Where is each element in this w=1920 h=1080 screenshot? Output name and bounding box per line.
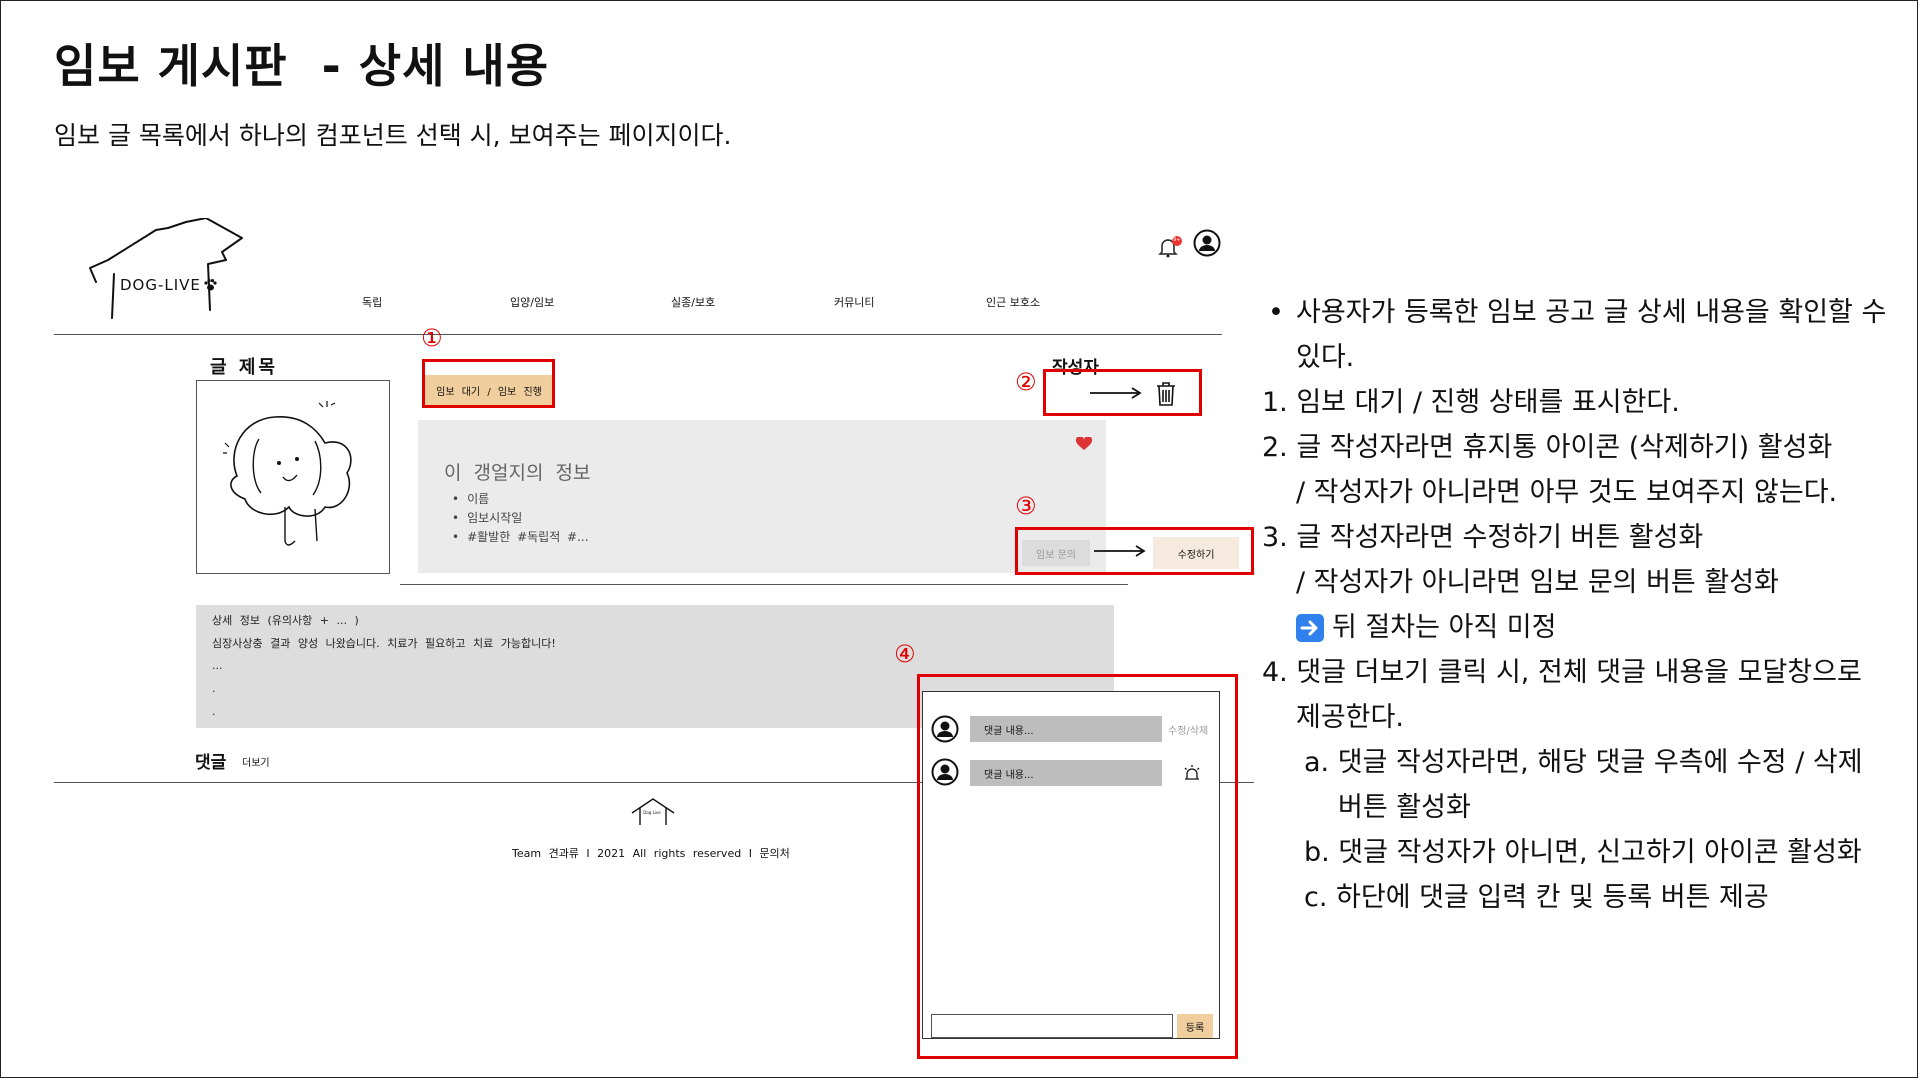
comment-text: 댓글 내용... [970,716,1162,742]
desc-sub-a-cont: 버튼 활성화 [1338,792,1471,823]
arrow-icon [1094,545,1146,557]
annotation-number-4: ④ [894,640,916,668]
detail-heading: 상세 정보 (유의사항 + ... ) [212,614,359,627]
desc-sub-a: a. 댓글 작성자라면, 해당 댓글 우측에 수정 / 삭제 [1304,747,1863,778]
desc-item-4-cont: 제공한다. [1296,702,1404,733]
inquiry-button[interactable]: 임보 문의 [1022,540,1090,566]
comment-edit-delete[interactable]: 수정/삭제 [1168,722,1208,737]
logo-text: DOG-LIVE [120,276,201,294]
dog-drawing-icon [223,401,352,546]
desc-bullet: 사용자가 등록한 임보 공고 글 상세 내용을 확인할 수 [1296,297,1887,328]
detail-line: ... [212,659,223,672]
slide-title: 임보 게시판 - 상세 내용 [54,39,550,93]
nav-item-dokrip[interactable]: 독립 [362,294,382,310]
dog-image [196,380,390,574]
desc-item-2: 2. 글 작성자라면 휴지통 아이콘 (삭제하기) 활성화 [1262,432,1833,463]
desc-item-1: 1. 임보 대기 / 진행 상태를 표시한다. [1262,387,1680,418]
arrow-icon [1090,387,1142,399]
detail-line: . [212,705,216,718]
paw-icon [204,279,217,291]
desc-item-3: 3. 글 작성자라면 수정하기 버튼 활성화 [1262,522,1704,553]
footer-logo-text: Dog Live [643,810,661,815]
desc-item-3-note: 뒤 절차는 아직 미정 [1332,612,1557,643]
report-siren-icon[interactable] [1183,764,1201,782]
nav-item-adopt[interactable]: 입양/임보 [510,294,554,310]
edit-button[interactable]: 수정하기 [1153,537,1239,569]
register-button[interactable]: 등록 [1177,1014,1213,1038]
trash-icon[interactable] [1155,381,1177,407]
nav-item-missing[interactable]: 실종/보호 [671,294,715,310]
commenter-avatar-icon [931,715,959,743]
annotation-number-3: ③ [1015,492,1037,520]
annotation-number-1: ① [421,324,443,352]
detail-line: . [212,682,216,695]
desc-sub-b: b. 댓글 작성자가 아니면, 신고하기 아이콘 활성화 [1304,837,1862,868]
nav-item-community[interactable]: 커뮤니티 [834,294,874,310]
dog-info-panel [418,420,1106,573]
nav-item-shelter[interactable]: 인근 보호소 [986,294,1040,310]
info-bullet-name: 이름 [452,490,489,507]
comments-more-link[interactable]: 더보기 [242,754,270,769]
right-arrow-emoji-icon [1296,614,1324,642]
commenter-avatar-icon [931,758,959,786]
desc-item-3-cont: / 작성자가 아니라면 임보 문의 버튼 활성화 [1296,567,1779,598]
slide-subtitle: 임보 글 목록에서 하나의 컴포넌트 선택 시, 보여주는 페이지이다. [54,121,732,150]
info-title: 이 갱얼지의 정보 [444,462,591,484]
footer-text: Team 견과류 I 2021 All rights reserved I 문의… [512,847,790,860]
desc-bullet-dot: • [1268,297,1284,328]
comments-modal [922,691,1220,1039]
info-divider [400,584,1128,585]
logo-house-icon[interactable] [86,218,246,322]
info-bullet-tags: #활발한 #독립적 #... [452,528,588,545]
comments-label: 댓글 [195,753,227,773]
annotation-box-1 [422,359,555,408]
header-divider [54,334,1222,335]
desc-bullet-cont: 있다. [1296,342,1355,373]
info-bullet-start-date: 임보시작일 [452,509,522,526]
post-title: 글 제목 [210,357,278,378]
heart-icon[interactable] [1076,437,1092,451]
annotation-number-2: ② [1015,368,1037,396]
detail-line: 심장사상충 결과 양성 나왔습니다. 치료가 필요하고 치료 가능합니다! [212,637,556,650]
comment-text: 댓글 내용... [970,760,1162,786]
notification-badge: 9+ [1173,237,1181,243]
user-avatar-icon[interactable] [1193,229,1221,257]
desc-item-4: 4. 댓글 더보기 클릭 시, 전체 댓글 내용을 모달창으로 [1262,657,1862,688]
comment-input[interactable] [931,1014,1173,1038]
desc-sub-c: c. 하단에 댓글 입력 칸 및 등록 버튼 제공 [1304,882,1769,913]
desc-item-2-cont: / 작성자가 아니라면 아무 것도 보여주지 않는다. [1296,477,1838,508]
